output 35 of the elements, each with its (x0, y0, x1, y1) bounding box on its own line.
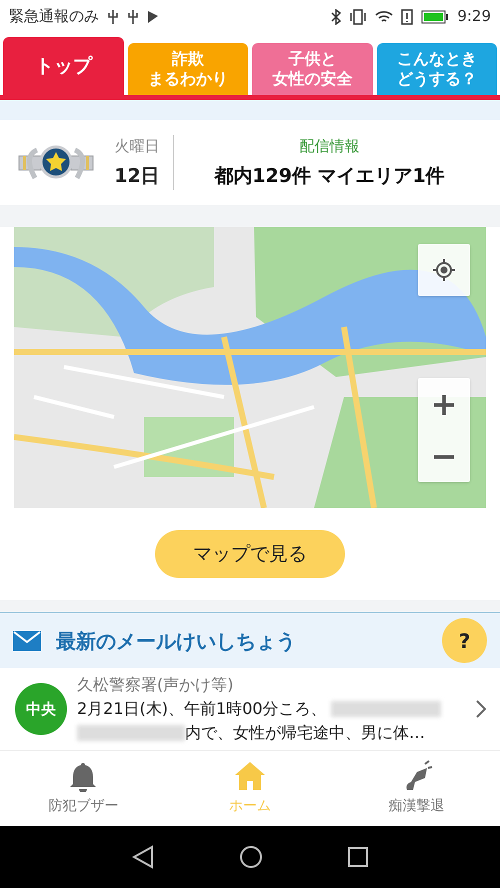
home-icon (234, 760, 266, 792)
zoom-in-button[interactable]: + (418, 378, 470, 430)
nav-tab[interactable]: 防犯ブザー (0, 751, 167, 826)
help-button[interactable]: ? (442, 618, 487, 663)
back-icon[interactable] (132, 845, 154, 869)
usb-icon (107, 8, 119, 24)
tab[interactable]: 子供と 女性の安全 (252, 43, 372, 95)
weekday-text: 火曜日 (114, 136, 160, 157)
bluetooth-icon (331, 8, 342, 24)
my-location-button[interactable] (418, 244, 470, 296)
alert-icon (401, 8, 414, 24)
info-caption: 配信情報 (300, 136, 360, 157)
usb-icon (127, 8, 139, 24)
tab[interactable]: こんなとき どうする？ (376, 43, 497, 95)
recents-icon[interactable] (348, 847, 368, 867)
wifi-icon (375, 8, 394, 24)
area-badge: 中央 (15, 683, 67, 735)
message-line: 内で、女性が帰宅途中、男に体… (185, 722, 425, 744)
clock-time: 9:29 (457, 6, 491, 28)
message-line: 2月21日(木)、午前1時00分ころ、 (77, 698, 327, 720)
status-text: 緊急通報のみ (9, 6, 99, 28)
info-summary: 都内129件 マイエリア1件 (214, 164, 445, 188)
nav-tab[interactable]: 痴漢撃退 (333, 751, 500, 826)
vibrate-icon (349, 8, 368, 24)
tab[interactable]: トップ (3, 37, 124, 95)
chevron-right-icon[interactable] (476, 700, 486, 718)
section-title: 最新のメールけいしちょう (56, 628, 297, 654)
sender-text: 久松警察署(声かけ等) (77, 674, 234, 696)
view-map-button[interactable]: マップで見る (155, 530, 345, 578)
mail-icon (13, 630, 41, 650)
home-circle-icon[interactable] (238, 845, 263, 869)
crosshair-icon (432, 258, 456, 282)
zoom-out-button[interactable]: − (418, 430, 470, 482)
day-text: 12日 (114, 164, 160, 188)
battery-icon (421, 10, 450, 24)
